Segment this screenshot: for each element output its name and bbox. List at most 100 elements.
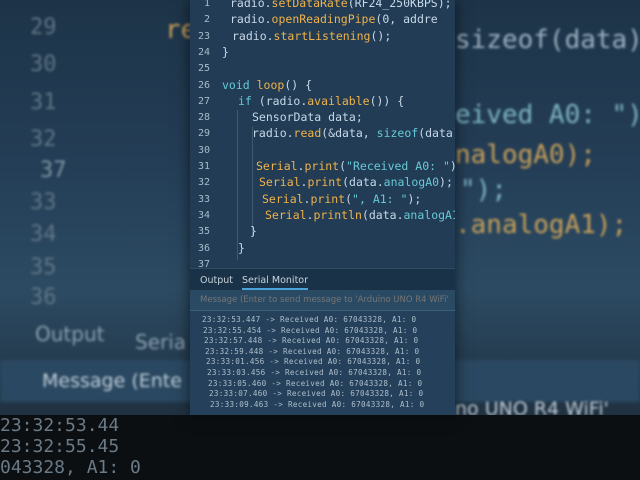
serial-output-line: 23:32:53.447 -> Received A0: 67043328, A… <box>202 315 417 324</box>
code-token: (radio. <box>258 93 308 108</box>
code-token: (&data, <box>321 126 377 141</box>
code-token: (data. <box>361 207 404 222</box>
bg-line-number: 30 <box>30 52 57 77</box>
serial-output-line: 23:33:03.456 -> Received A0: 67043328, A… <box>207 368 422 377</box>
code-line: Serial.print(", A1: "); <box>262 192 421 206</box>
code-line: Serial.print(data.analogA0); <box>259 175 453 189</box>
serial-output-line: 23:32:59.448 -> Received A0: 67043328, A… <box>205 346 420 356</box>
code-token: startListening <box>273 28 371 43</box>
serial-output[interactable]: 23:32:53.447 -> Received A0: 67043328, A… <box>190 311 455 415</box>
code-token: sizeof <box>376 126 419 141</box>
bg-line-number: 34 <box>30 222 57 247</box>
code-token: (RF24_250KBPS); <box>347 0 452 10</box>
code-token: Serial <box>262 191 304 206</box>
code-token: available <box>307 93 370 108</box>
code-editor[interactable]: 1 radio.setDataRate(RF24_250KBPS); 2 radio.… <box>190 0 455 270</box>
bg-line-number: 32 <box>30 127 57 152</box>
line-number: 27 <box>197 95 210 107</box>
code-token: radio. <box>232 28 274 43</box>
code-token: } <box>250 224 257 239</box>
code-token: println <box>313 207 362 222</box>
line-number: 28 <box>197 112 210 124</box>
line-number: 24 <box>197 46 210 58</box>
code-token: print <box>307 175 343 190</box>
bg-line-number: 36 <box>30 285 57 310</box>
code-token: openReadingPipe <box>271 12 376 27</box>
code-token: if <box>238 93 259 108</box>
serial-output-line: 23:32:57.448 -> Received A0: 67043328, A… <box>204 336 419 346</box>
bottom-bezel: 23:32:53.44 23:32:55.45 043328, A1: 0 <box>0 415 640 480</box>
code-line: if (radio.available()) { <box>238 94 404 108</box>
bg-code-fragment: nalogA0); <box>455 140 596 170</box>
code-line: void loop() { <box>222 78 312 92</box>
code-token: radio. <box>252 126 294 141</box>
code-line: radio.startListening(); <box>232 29 391 43</box>
line-number: 30 <box>197 144 210 156</box>
code-token: ", A1: " <box>352 191 408 206</box>
code-line: Serial.print("Received A0: "); <box>256 159 455 173</box>
serial-output-line: 23:33:09.463 -> Received A0: 67043328, A… <box>210 399 425 409</box>
code-line: } <box>238 241 245 255</box>
code-token: analogA1 <box>403 207 456 222</box>
bg-code-fragment: eived A0: "); <box>455 100 640 130</box>
code-token: radio. <box>230 0 272 10</box>
code-token: print <box>304 159 340 173</box>
code-token: Serial <box>256 159 298 173</box>
code-token: (); <box>370 28 392 43</box>
code-token: () { <box>284 77 313 92</box>
bg-code-fragment: sizeof(data) <box>455 25 640 55</box>
serial-output-line: 23:33:07.460 -> Received A0: 67043328, A… <box>209 389 424 399</box>
line-number: 31 <box>197 161 210 172</box>
line-number: 32 <box>197 177 210 189</box>
code-token: ( <box>339 159 347 173</box>
message-bar <box>190 290 455 311</box>
bg-line-number: 31 <box>30 90 57 115</box>
bg-serial-line: 23:32:55.45 <box>0 436 120 457</box>
code-line: } <box>222 45 229 59</box>
bg-serial-tab: Seria <box>135 330 187 354</box>
code-token: radio. <box>230 12 272 27</box>
tab-serial-monitor[interactable]: Serial Monitor <box>242 275 309 290</box>
code-token: ); <box>407 191 422 206</box>
code-line: SensorData data; <box>252 110 363 124</box>
line-number: 2 <box>203 14 210 26</box>
line-number: 23 <box>197 30 210 42</box>
bg-message-label: Message (Ente <box>42 370 182 392</box>
serial-message-input[interactable] <box>200 293 450 306</box>
line-number: 26 <box>197 79 210 91</box>
line-number: 29 <box>197 128 210 140</box>
bg-code-fragment: "); <box>460 175 507 205</box>
bg-line-number: 29 <box>30 15 57 40</box>
serial-output-line: 23:33:01.456 -> Received A0: 67043328, A… <box>206 357 421 367</box>
code-token: "Received A0: " <box>346 159 450 173</box>
bg-code-fragment: .analogA1); <box>455 210 628 240</box>
code-token: read <box>293 126 322 141</box>
bg-output-tab: Output <box>35 322 105 346</box>
code-token: } <box>238 240 245 255</box>
bg-serial-line: 043328, A1: 0 <box>0 457 141 478</box>
code-token: (data) <box>418 126 455 141</box>
code-token: ); <box>450 159 455 173</box>
line-number: 25 <box>197 63 210 75</box>
code-line: Serial.println(data.analogA1); <box>265 208 455 222</box>
bg-line-number: 35 <box>30 255 57 280</box>
code-token: (0, addre <box>375 12 438 27</box>
code-token: } <box>222 44 229 59</box>
line-number: 33 <box>197 193 210 205</box>
arduino-ide-window: 1 radio.setDataRate(RF24_250KBPS); 2 radio.… <box>190 0 455 415</box>
code-token: analogA0 <box>383 175 440 190</box>
serial-output-line: 23:32:55.454 -> Received A0: 67043328, A… <box>203 325 418 335</box>
bg-serial-line: 23:32:53.44 <box>0 415 120 436</box>
line-number: 34 <box>197 209 210 221</box>
tab-output[interactable]: Output <box>200 275 233 286</box>
indent-guide <box>252 126 253 236</box>
code-line: radio.setDataRate(RF24_250KBPS); <box>230 0 452 10</box>
code-token: Serial <box>265 207 307 222</box>
code-token: loop <box>256 77 285 92</box>
code-line: radio.openReadingPipe(0, addre <box>230 12 438 26</box>
line-number: 1 <box>203 0 210 9</box>
code-token: SensorData data; <box>252 110 363 125</box>
code-token: ); <box>439 175 453 190</box>
code-token: print <box>310 191 346 206</box>
line-number: 36 <box>197 242 210 254</box>
